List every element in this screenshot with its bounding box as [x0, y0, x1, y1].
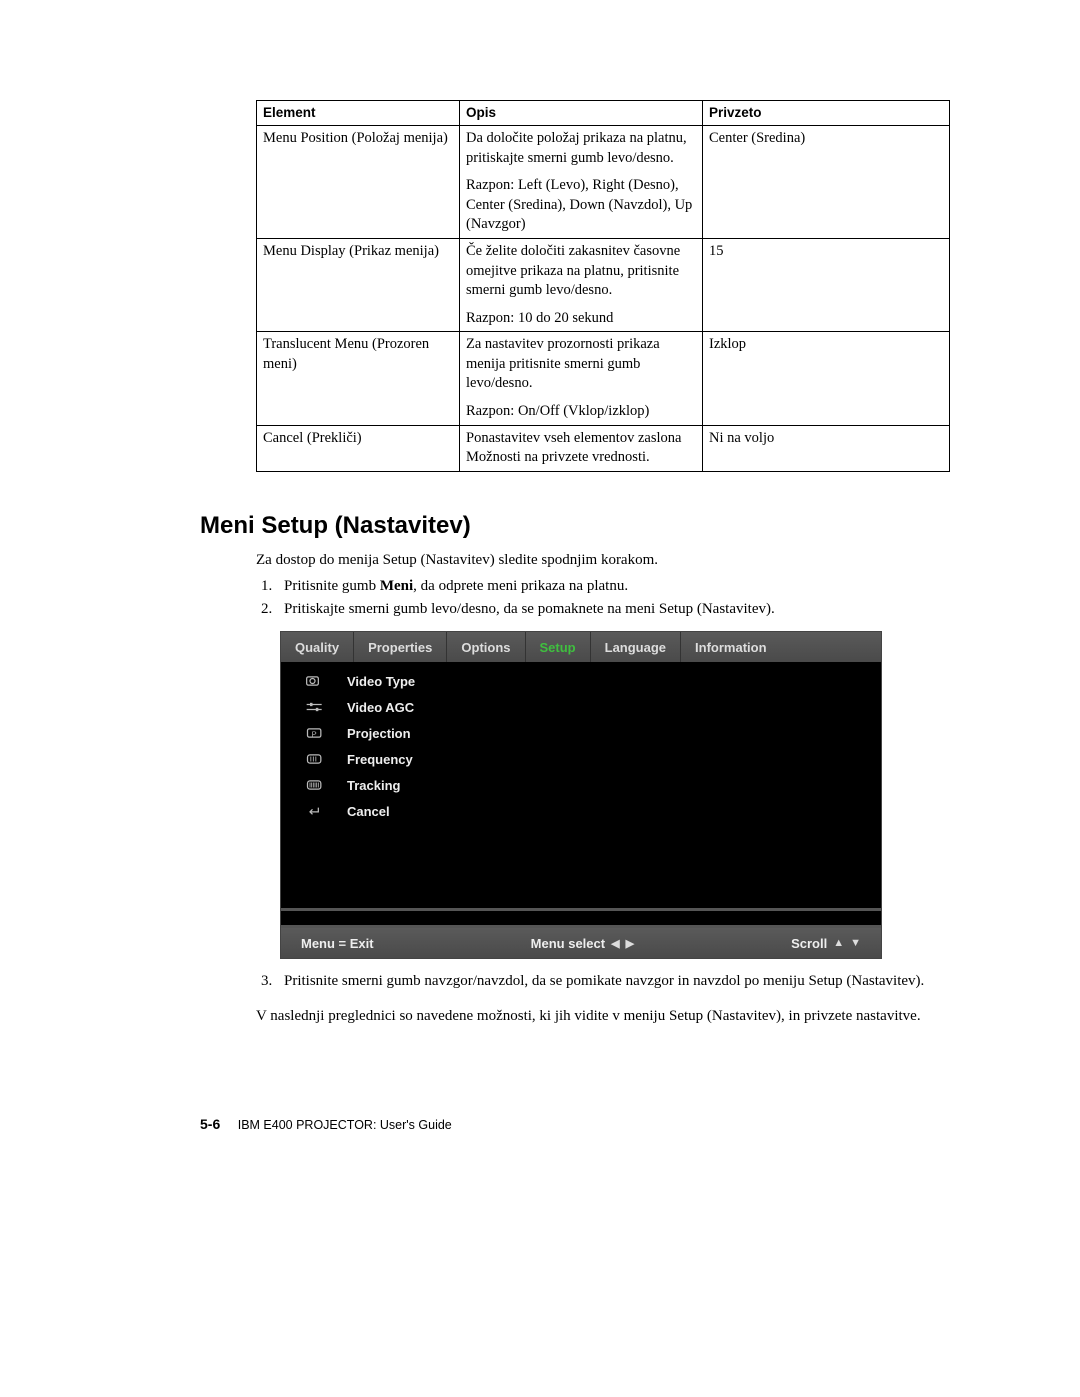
triangle-right-icon: ▶: [626, 937, 634, 950]
intro-text: Za dostop do menija Setup (Nastavitev) s…: [256, 550, 950, 570]
cell-privzeto: Izklop: [703, 332, 950, 425]
list-item: Pritisnite gumb Meni, da odprete meni pr…: [276, 576, 950, 596]
cell-privzeto: 15: [703, 239, 950, 332]
th-privzeto: Privzeto: [703, 101, 950, 126]
svg-text:P: P: [312, 730, 317, 739]
tab-language[interactable]: Language: [591, 632, 681, 662]
table-row: Menu Display (Prikaz menija) Če želite d…: [257, 239, 950, 332]
table-row: Menu Position (Položaj menija) Da določi…: [257, 126, 950, 239]
cell-opis: Ponastavitev vseh elementov zaslona Možn…: [460, 425, 703, 471]
tab-options[interactable]: Options: [447, 632, 525, 662]
projection-icon: P: [301, 724, 329, 742]
cell-privzeto: Center (Sredina): [703, 126, 950, 239]
osd-tabs: Quality Properties Options Setup Languag…: [281, 632, 881, 662]
th-opis: Opis: [460, 101, 703, 126]
cell-element: Menu Position (Položaj menija): [257, 126, 460, 239]
osd-item-video-agc[interactable]: Video AGC: [301, 694, 861, 720]
triangle-left-icon: ◀: [611, 937, 619, 950]
osd-item-projection[interactable]: P Projection: [301, 720, 861, 746]
osd-item-tracking[interactable]: Tracking: [301, 772, 861, 798]
footer-select: Menu select ◀ ▶: [531, 936, 634, 951]
book-title: IBM E400 PROJECTOR: User's Guide: [238, 1118, 452, 1132]
list-item: Pritiskajte smerni gumb levo/desno, da s…: [276, 599, 950, 619]
after-text: V naslednji preglednici so navedene možn…: [256, 1006, 950, 1026]
page-number: 5-6: [200, 1116, 220, 1132]
osd-menu: Quality Properties Options Setup Languag…: [280, 631, 882, 959]
reference-table: Element Opis Privzeto Menu Position (Pol…: [256, 100, 950, 472]
frequency-icon: [301, 750, 329, 768]
footer-scroll: Scroll ▲ ▼: [791, 936, 861, 951]
cell-opis: Za nastavitev prozornosti prikaza menija…: [460, 332, 703, 425]
tab-properties[interactable]: Properties: [354, 632, 447, 662]
sliders-icon: [301, 698, 329, 716]
cell-opis: Da določite položaj prikaza na platnu, p…: [460, 126, 703, 239]
steps-list-cont: Pritisnite smerni gumb navzgor/navzdol, …: [256, 971, 950, 991]
footer-exit: Menu = Exit: [301, 936, 374, 951]
osd-footer: Menu = Exit Menu select ◀ ▶ Scroll ▲ ▼: [281, 928, 881, 958]
table-row: Cancel (Prekliči) Ponastavitev vseh elem…: [257, 425, 950, 471]
tab-information[interactable]: Information: [681, 632, 781, 662]
osd-item-video-type[interactable]: Video Type: [301, 668, 861, 694]
osd-item-cancel[interactable]: Cancel: [301, 798, 861, 824]
cell-privzeto: Ni na voljo: [703, 425, 950, 471]
osd-item-frequency[interactable]: Frequency: [301, 746, 861, 772]
triangle-up-icon: ▲: [833, 937, 844, 949]
tracking-icon: [301, 776, 329, 794]
tab-quality[interactable]: Quality: [281, 632, 354, 662]
page-footer: 5-6 IBM E400 PROJECTOR: User's Guide: [200, 1116, 950, 1132]
return-icon: [301, 802, 329, 820]
triangle-down-icon: ▼: [850, 937, 861, 949]
cell-element: Cancel (Prekliči): [257, 425, 460, 471]
osd-body: Video Type Video AGC P Projection Freque…: [281, 662, 881, 908]
camera-icon: [301, 672, 329, 690]
cell-element: Menu Display (Prikaz menija): [257, 239, 460, 332]
tab-setup[interactable]: Setup: [526, 632, 591, 662]
table-row: Translucent Menu (Prozoren meni) Za nast…: [257, 332, 950, 425]
th-element: Element: [257, 101, 460, 126]
steps-list: Pritisnite gumb Meni, da odprete meni pr…: [256, 576, 950, 620]
cell-opis: Če želite določiti zakasnitev časovne om…: [460, 239, 703, 332]
list-item: Pritisnite smerni gumb navzgor/navzdol, …: [276, 971, 950, 991]
cell-element: Translucent Menu (Prozoren meni): [257, 332, 460, 425]
section-heading: Meni Setup (Nastavitev): [200, 512, 950, 540]
